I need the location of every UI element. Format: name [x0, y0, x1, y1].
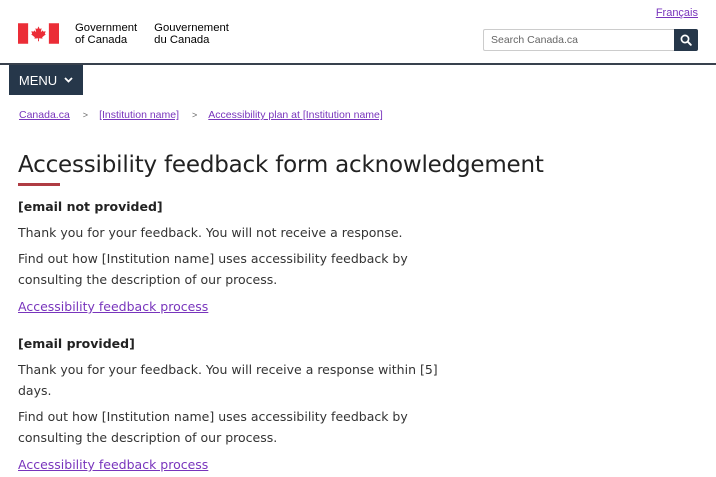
signature-english: Government of Canada — [75, 22, 138, 46]
breadcrumb: Canada.ca > [Institution name] > Accessi… — [19, 109, 383, 121]
section-heading: [email provided] — [18, 336, 135, 351]
email-not-provided-section: [email not provided] Thank you for your … — [18, 199, 448, 317]
breadcrumb-separator: > — [82, 110, 89, 120]
signature-fr-line2: du Canada — [154, 33, 210, 46]
government-signature[interactable]: Government of Canada Gouvernement du Can… — [18, 22, 229, 46]
breadcrumb-link-institution[interactable]: [Institution name] — [99, 109, 179, 121]
search-button[interactable] — [674, 29, 698, 51]
title-underline — [18, 183, 60, 186]
section-heading: [email not provided] — [18, 199, 163, 214]
feedback-process-link[interactable]: Accessibility feedback process — [18, 457, 208, 472]
email-provided-section: [email provided] Thank you for your feed… — [18, 336, 448, 475]
breadcrumb-link-accessibility-plan[interactable]: Accessibility plan at [Institution name] — [208, 109, 383, 121]
page-title: Accessibility feedback form acknowledgem… — [18, 152, 544, 178]
signature-fr-line1: Gouvernement — [154, 22, 229, 34]
process-info-text: Find out how [Institution name] uses acc… — [18, 251, 408, 287]
search-input[interactable] — [483, 29, 674, 51]
process-info-text: Find out how [Institution name] uses acc… — [18, 409, 408, 445]
search-bar — [483, 29, 698, 51]
canada-flag-icon — [18, 23, 59, 44]
language-toggle-link[interactable]: Français — [656, 7, 698, 19]
search-icon — [680, 34, 692, 46]
chevron-down-icon — [64, 77, 73, 83]
signature-en-line1: Government — [75, 22, 138, 34]
feedback-process-link[interactable]: Accessibility feedback process — [18, 299, 208, 314]
thank-you-text: Thank you for your feedback. You will no… — [18, 225, 403, 240]
breadcrumb-link-canada[interactable]: Canada.ca — [19, 109, 70, 121]
menu-button[interactable]: MENU — [9, 65, 83, 95]
signature-french: Gouvernement du Canada — [154, 22, 229, 46]
header-divider — [0, 63, 716, 65]
signature-en-line2: of Canada — [75, 33, 128, 46]
thank-you-text: Thank you for your feedback. You will re… — [18, 362, 438, 398]
breadcrumb-separator: > — [192, 110, 198, 120]
menu-label: MENU — [18, 72, 58, 88]
